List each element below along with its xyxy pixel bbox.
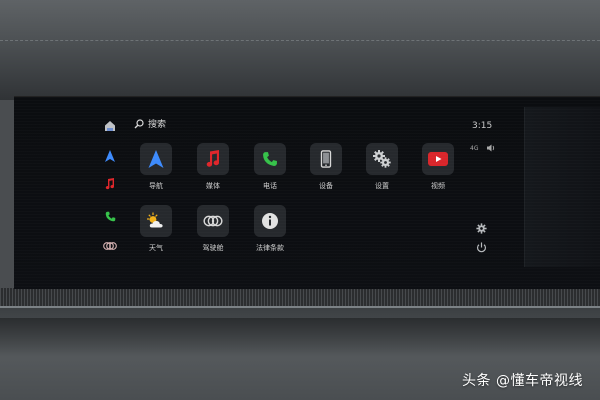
carbon-mesh-strip xyxy=(0,288,600,308)
tile-navigation[interactable]: 导航 xyxy=(131,143,181,191)
volume-icon xyxy=(487,144,495,152)
clock: 3:15 xyxy=(472,121,493,131)
tile-phone[interactable]: 电话 xyxy=(245,143,295,191)
tile-icon-box xyxy=(254,205,286,237)
tile-settings[interactable]: 设置 xyxy=(357,143,407,191)
dashboard-upper-trim xyxy=(0,0,600,100)
tile-cockpit[interactable]: 驾驶舱 xyxy=(188,205,238,253)
tile-label: 设备 xyxy=(319,182,333,190)
tile-video[interactable]: 视频 xyxy=(413,143,463,191)
dock-navigation[interactable] xyxy=(98,147,122,165)
phone-icon xyxy=(263,152,277,166)
home-icon xyxy=(105,121,115,131)
gears-icon xyxy=(373,150,391,168)
tile-icon-box xyxy=(366,143,398,175)
dock-home[interactable] xyxy=(98,117,122,135)
dock-media[interactable] xyxy=(98,175,122,193)
dock-phone[interactable] xyxy=(98,207,122,225)
tile-label: 天气 xyxy=(149,244,163,252)
tile-icon-box xyxy=(197,205,229,237)
watermark: 头条 @懂车帝视线 xyxy=(462,373,583,389)
video-play-icon xyxy=(428,152,448,166)
side-display-panel xyxy=(524,107,600,267)
navigation-arrow-icon xyxy=(105,150,115,162)
tile-label: 媒体 xyxy=(206,182,220,190)
tile-label: 法律条款 xyxy=(256,244,284,252)
search-icon xyxy=(134,118,144,128)
weather-sun-cloud-icon xyxy=(147,212,163,228)
tile-icon-box xyxy=(197,143,229,175)
tile-legal[interactable]: 法律条款 xyxy=(245,205,295,253)
tile-media[interactable]: 媒体 xyxy=(188,143,238,191)
search-label: 搜索 xyxy=(148,120,167,130)
tile-device[interactable]: 设备 xyxy=(301,143,351,191)
tile-label: 驾驶舱 xyxy=(202,244,224,252)
search-bar[interactable]: 搜索 xyxy=(134,117,166,130)
app-dock xyxy=(98,115,128,265)
dashboard-shadow xyxy=(0,318,600,358)
ambient-trim-line xyxy=(0,306,600,308)
tile-weather[interactable]: 天气 xyxy=(131,205,181,253)
tile-label: 电话 xyxy=(263,182,277,190)
device-phone-icon xyxy=(320,150,332,168)
tile-icon-box xyxy=(254,143,286,175)
cockpit-rings-icon xyxy=(203,215,223,227)
navigation-arrow-icon xyxy=(148,150,164,168)
power-icon[interactable] xyxy=(476,242,487,253)
network-indicator: 4G xyxy=(470,145,479,152)
dock-cockpit[interactable] xyxy=(98,237,122,255)
tile-icon-box xyxy=(422,143,454,175)
gear-icon[interactable] xyxy=(476,223,487,234)
cockpit-rings-icon xyxy=(103,242,117,250)
tile-icon-box xyxy=(140,205,172,237)
tile-label: 导航 xyxy=(149,182,163,190)
dashboard-stitching xyxy=(0,40,600,41)
music-note-icon xyxy=(105,178,115,190)
info-icon xyxy=(262,213,278,229)
tile-label: 视频 xyxy=(431,182,445,190)
tile-icon-box xyxy=(310,143,342,175)
infotainment-screen: 搜索 导航 媒体 电话 设备 设置 视频 天气 驾驶舱 法律条款 3:15 4G xyxy=(14,96,600,289)
tile-label: 设置 xyxy=(375,182,389,190)
music-note-icon xyxy=(206,150,220,167)
tile-icon-box xyxy=(140,143,172,175)
phone-icon xyxy=(105,211,115,221)
